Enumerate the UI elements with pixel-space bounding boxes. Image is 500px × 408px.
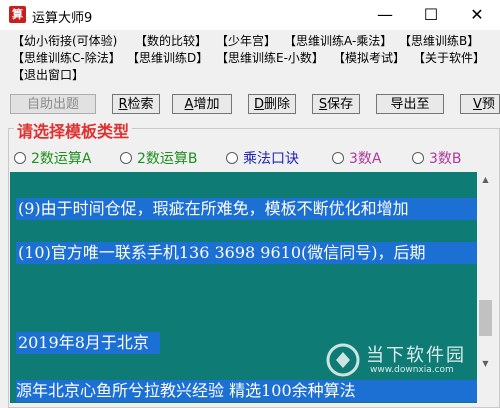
menu-item-thinking-a[interactable]: 【思维训练A-乘法】	[284, 33, 392, 50]
retrieve-label: 检索	[127, 97, 154, 112]
delete-hotkey: D	[253, 97, 264, 112]
radio-label: 3数B	[429, 151, 462, 167]
auto-generate-button[interactable]: 自助出题	[10, 94, 96, 114]
radio-3num-a[interactable]: 3数A	[332, 148, 382, 167]
preview-button[interactable]: V预	[460, 94, 500, 114]
menu-item-compare[interactable]: 【数的比较】	[135, 33, 207, 50]
watermark-name: 当下软件园	[366, 345, 466, 366]
delete-button[interactable]: D删除	[248, 94, 296, 114]
radio-circle-icon	[14, 152, 26, 164]
maximize-button[interactable]: ☐	[408, 0, 454, 30]
export-button[interactable]: 导出至	[376, 94, 444, 114]
close-button[interactable]: ✕	[454, 0, 500, 30]
text-line: (9)由于时间仓促，瑕疵在所难免，模板不断优化和增加	[16, 198, 477, 220]
scrollbar-thumb[interactable]	[479, 300, 492, 336]
menu-item-youth-palace[interactable]: 【少年宫】	[216, 33, 276, 50]
radio-label: 乘法口诀	[243, 151, 299, 167]
radio-circle-icon	[120, 152, 132, 164]
add-label: 增加	[193, 97, 220, 112]
radio-2num-b[interactable]: 2数运算B	[120, 148, 198, 167]
radio-circle-icon	[226, 152, 238, 164]
radio-circle-icon	[332, 152, 344, 164]
save-button[interactable]: S保存	[312, 94, 360, 114]
preview-hotkey: V	[473, 97, 482, 112]
radio-label: 3数A	[349, 151, 382, 167]
menu-item-kindergarten[interactable]: 【幼小衔接(可体验)	[12, 33, 117, 50]
menu-item-mock-exam[interactable]: 【模拟考试】	[333, 50, 405, 67]
radio-2num-a[interactable]: 2数运算A	[14, 148, 92, 167]
minimize-button[interactable]: —	[362, 0, 408, 30]
menu-item-thinking-b[interactable]: 【思维训练B】	[399, 33, 479, 50]
app-icon: 算	[9, 6, 26, 23]
window-title: 运算大师9	[32, 11, 93, 26]
save-hotkey: S	[318, 97, 328, 112]
radio-label: 2数运算A	[31, 151, 92, 167]
retrieve-button[interactable]: R检索	[112, 94, 160, 114]
text-line: 2019年8月于北京	[16, 332, 160, 354]
radio-multiplication[interactable]: 乘法口诀	[226, 148, 299, 167]
menu-item-thinking-c[interactable]: 【思维训练C-除法】	[12, 50, 121, 67]
partial-text-line: 源年北京心鱼所兮拉教兴经验 精选100余种算法	[16, 380, 477, 402]
menu-item-thinking-e[interactable]: 【思维训练E-小数】	[216, 50, 324, 67]
save-label: 保存	[327, 97, 354, 112]
add-button[interactable]: A增加	[172, 94, 232, 114]
preview-label: 预	[481, 97, 495, 112]
watermark: 当下软件园 www.downxia.com	[326, 340, 486, 380]
watermark-logo-icon	[326, 343, 360, 377]
menu-item-about[interactable]: 【关于软件】	[413, 50, 485, 67]
menu-item-thinking-d[interactable]: 【思维训练D】	[127, 50, 208, 67]
radio-circle-icon	[412, 152, 424, 164]
watermark-url: www.downxia.com	[370, 365, 454, 375]
scroll-up-arrow-icon[interactable]: ▲	[477, 172, 494, 188]
text-line: (10)官方唯一联系手机136 3698 9610(微信同号)，后期	[16, 242, 477, 264]
menu-item-exit[interactable]: 【退出窗口】	[12, 67, 84, 84]
radio-3num-b[interactable]: 3数B	[412, 148, 462, 167]
delete-label: 删除	[264, 97, 291, 112]
radio-label: 2数运算B	[137, 151, 198, 167]
template-group-title: 请选择模板类型	[14, 118, 133, 142]
retrieve-hotkey: R	[118, 97, 128, 112]
